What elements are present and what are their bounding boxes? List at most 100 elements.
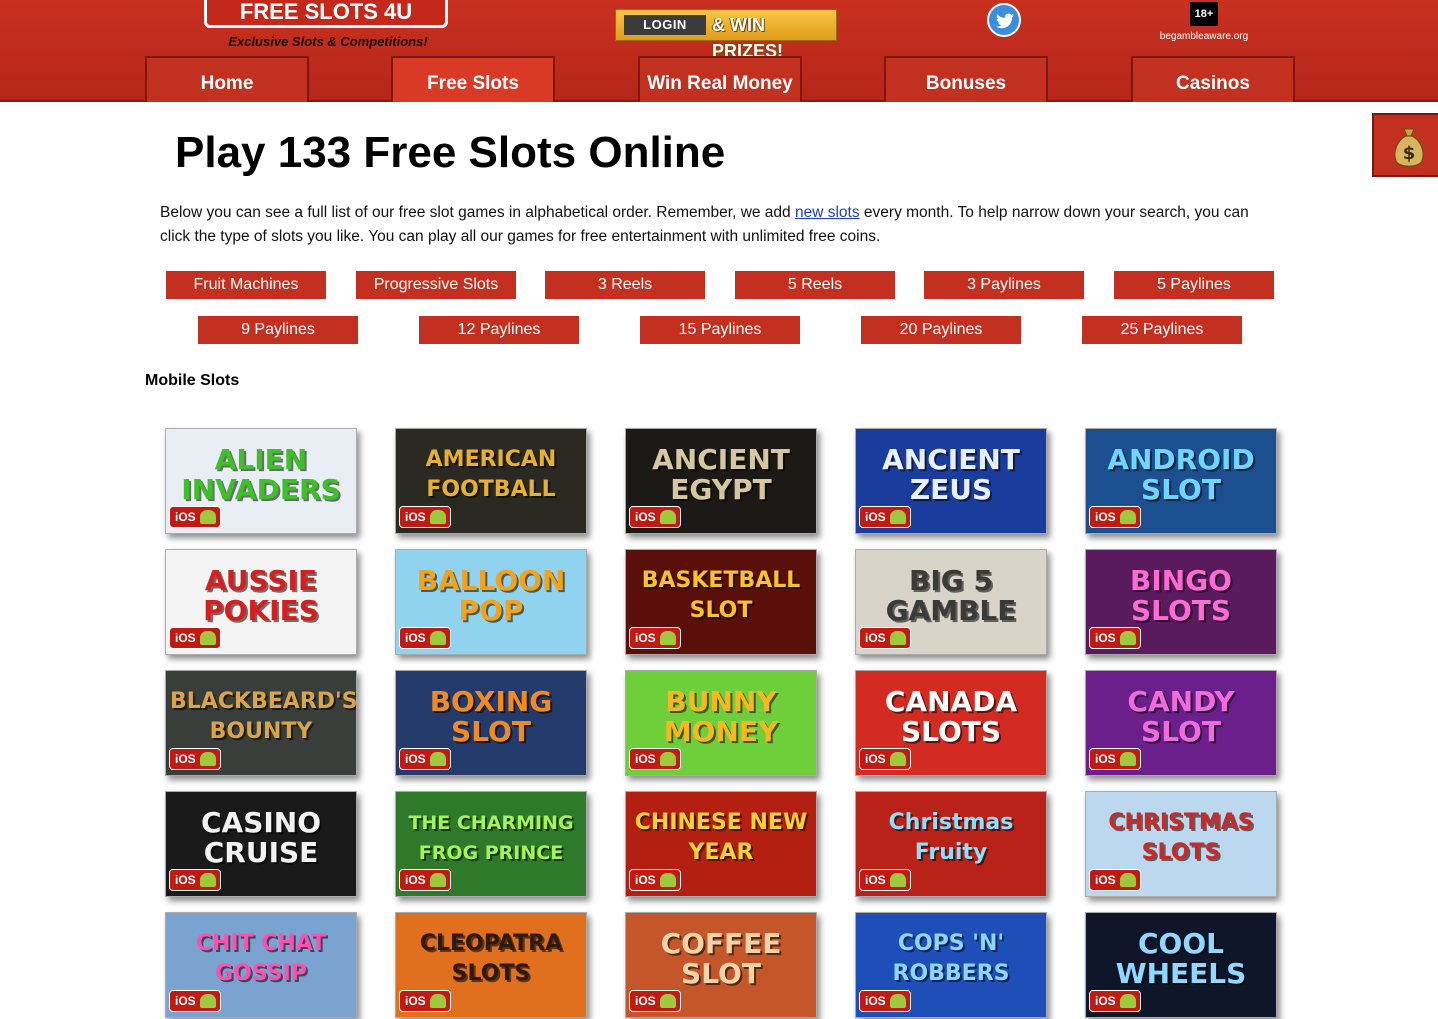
game-tile[interactable]: COPS 'N' ROBBERS iOS <box>855 912 1047 1018</box>
mobile-platform-badge: iOS <box>629 748 681 770</box>
game-title: COFFEE SLOT <box>660 927 782 990</box>
game-tile[interactable]: BASKETBALL SLOT iOS <box>625 549 817 655</box>
twitter-icon[interactable] <box>987 3 1021 37</box>
ios-label: iOS <box>865 873 886 887</box>
game-tile[interactable]: BIG 5 GAMBLE iOS <box>855 549 1047 655</box>
mobile-platform-badge: iOS <box>1089 627 1141 649</box>
game-title: AUSSIE POKIES <box>203 564 319 627</box>
game-tile[interactable]: CANDY SLOT iOS <box>1085 670 1277 776</box>
mobile-platform-badge: iOS <box>1089 869 1141 891</box>
android-icon <box>890 873 906 887</box>
game-tile[interactable]: BINGO SLOTS iOS <box>1085 549 1277 655</box>
site-logo[interactable]: FREE SLOTS 4U <box>204 0 448 28</box>
money-bag-icon: $ <box>1394 128 1424 167</box>
ios-label: iOS <box>405 994 426 1008</box>
filter-20-paylines[interactable]: 20 Paylines <box>861 316 1021 344</box>
side-bonus-tab[interactable]: $ <box>1372 113 1438 177</box>
game-title: BLACKBEARD'S BOUNTY <box>170 689 357 744</box>
page-title: Play 133 Free Slots Online <box>175 128 726 177</box>
ios-label: iOS <box>1095 752 1116 766</box>
mobile-platform-badge: iOS <box>169 990 221 1012</box>
nav-tab-home[interactable]: Home <box>145 56 309 102</box>
ios-label: iOS <box>865 510 886 524</box>
game-tile[interactable]: Christmas Fruity iOS <box>855 791 1047 897</box>
android-icon <box>430 873 446 887</box>
login-win-prizes-banner[interactable]: LOGIN & WIN PRIZES! <box>615 9 837 61</box>
game-tile[interactable]: AUSSIE POKIES iOS <box>165 549 357 655</box>
ios-label: iOS <box>405 752 426 766</box>
ios-label: iOS <box>635 873 656 887</box>
filter-12-paylines[interactable]: 12 Paylines <box>419 316 579 344</box>
mobile-platform-badge: iOS <box>1089 748 1141 770</box>
filter-9-paylines[interactable]: 9 Paylines <box>198 316 358 344</box>
filter-25-paylines[interactable]: 25 Paylines <box>1082 316 1242 344</box>
filter-3-paylines[interactable]: 3 Paylines <box>924 271 1084 299</box>
game-title: ANCIENT EGYPT <box>652 443 790 506</box>
android-icon <box>200 994 216 1008</box>
nav-tab-bonuses[interactable]: Bonuses <box>884 56 1048 102</box>
android-icon <box>430 994 446 1008</box>
new-slots-link[interactable]: new slots <box>795 204 860 221</box>
filter-15-paylines[interactable]: 15 Paylines <box>640 316 800 344</box>
game-title: CANADA SLOTS <box>884 685 1018 748</box>
mobile-platform-badge: iOS <box>1089 990 1141 1012</box>
game-title: BASKETBALL SLOT <box>641 568 801 623</box>
game-title: BIG 5 GAMBLE <box>885 564 1017 627</box>
mobile-platform-badge: iOS <box>169 748 221 770</box>
filter-3-reels[interactable]: 3 Reels <box>545 271 705 299</box>
game-tile[interactable]: BOXING SLOT iOS <box>395 670 587 776</box>
site-header: FREE SLOTS 4U Exclusive Slots & Competit… <box>0 0 1438 102</box>
android-icon <box>890 510 906 524</box>
game-tile[interactable]: BLACKBEARD'S BOUNTY iOS <box>165 670 357 776</box>
mobile-platform-badge: iOS <box>859 869 911 891</box>
game-title: COPS 'N' ROBBERS <box>892 931 1010 986</box>
game-tile[interactable]: BALLOON POP iOS <box>395 549 587 655</box>
login-button[interactable]: LOGIN <box>624 15 706 35</box>
android-icon <box>660 873 676 887</box>
game-tile[interactable]: CANADA SLOTS iOS <box>855 670 1047 776</box>
game-tile[interactable]: ANDROID SLOT iOS <box>1085 428 1277 534</box>
game-tile[interactable]: CHIT CHAT GOSSIP iOS <box>165 912 357 1018</box>
filter-5-reels[interactable]: 5 Reels <box>735 271 895 299</box>
android-icon <box>1120 510 1136 524</box>
game-title: CLEOPATRA SLOTS <box>419 931 563 986</box>
game-title: CHIT CHAT GOSSIP <box>195 931 327 986</box>
game-tile[interactable]: COFFEE SLOT iOS <box>625 912 817 1018</box>
android-icon <box>1120 873 1136 887</box>
mobile-platform-badge: iOS <box>859 990 911 1012</box>
mobile-platform-badge: iOS <box>399 627 451 649</box>
nav-tab-win-real-money[interactable]: Win Real Money <box>638 56 802 102</box>
game-tile[interactable]: COOL WHEELS iOS <box>1085 912 1277 1018</box>
nav-tab-free-slots[interactable]: Free Slots <box>391 56 555 102</box>
game-tile[interactable]: CLEOPATRA SLOTS iOS <box>395 912 587 1018</box>
mobile-platform-badge: iOS <box>629 627 681 649</box>
ios-label: iOS <box>865 752 886 766</box>
game-tile[interactable]: ANCIENT EGYPT iOS <box>625 428 817 534</box>
android-icon <box>890 752 906 766</box>
gamble-aware-link[interactable]: begambleaware.org <box>1140 31 1268 42</box>
mobile-platform-badge: iOS <box>399 506 451 528</box>
android-icon <box>1120 994 1136 1008</box>
game-tile[interactable]: ALIEN INVADERS iOS <box>165 428 357 534</box>
android-icon <box>890 994 906 1008</box>
ios-label: iOS <box>175 994 196 1008</box>
filter-progressive-slots[interactable]: Progressive Slots <box>356 271 516 299</box>
nav-tab-casinos[interactable]: Casinos <box>1131 56 1295 102</box>
game-tile[interactable]: BUNNY MONEY iOS <box>625 670 817 776</box>
filter-fruit-machines[interactable]: Fruit Machines <box>166 271 326 299</box>
game-tile[interactable]: CASINO CRUISE iOS <box>165 791 357 897</box>
ios-label: iOS <box>1095 631 1116 645</box>
android-icon <box>660 631 676 645</box>
game-title: CHRISTMAS SLOTS <box>1108 810 1254 865</box>
android-icon <box>200 631 216 645</box>
game-tile[interactable]: CHINESE NEW YEAR iOS <box>625 791 817 897</box>
game-title: ANDROID SLOT <box>1107 443 1255 506</box>
android-icon <box>660 752 676 766</box>
android-icon <box>660 510 676 524</box>
game-tile[interactable]: THE CHARMING FROG PRINCE iOS <box>395 791 587 897</box>
game-tile[interactable]: ANCIENT ZEUS iOS <box>855 428 1047 534</box>
ios-label: iOS <box>1095 994 1116 1008</box>
filter-5-paylines[interactable]: 5 Paylines <box>1114 271 1274 299</box>
game-tile[interactable]: CHRISTMAS SLOTS iOS <box>1085 791 1277 897</box>
game-tile[interactable]: AMERICAN FOOTBALL iOS <box>395 428 587 534</box>
